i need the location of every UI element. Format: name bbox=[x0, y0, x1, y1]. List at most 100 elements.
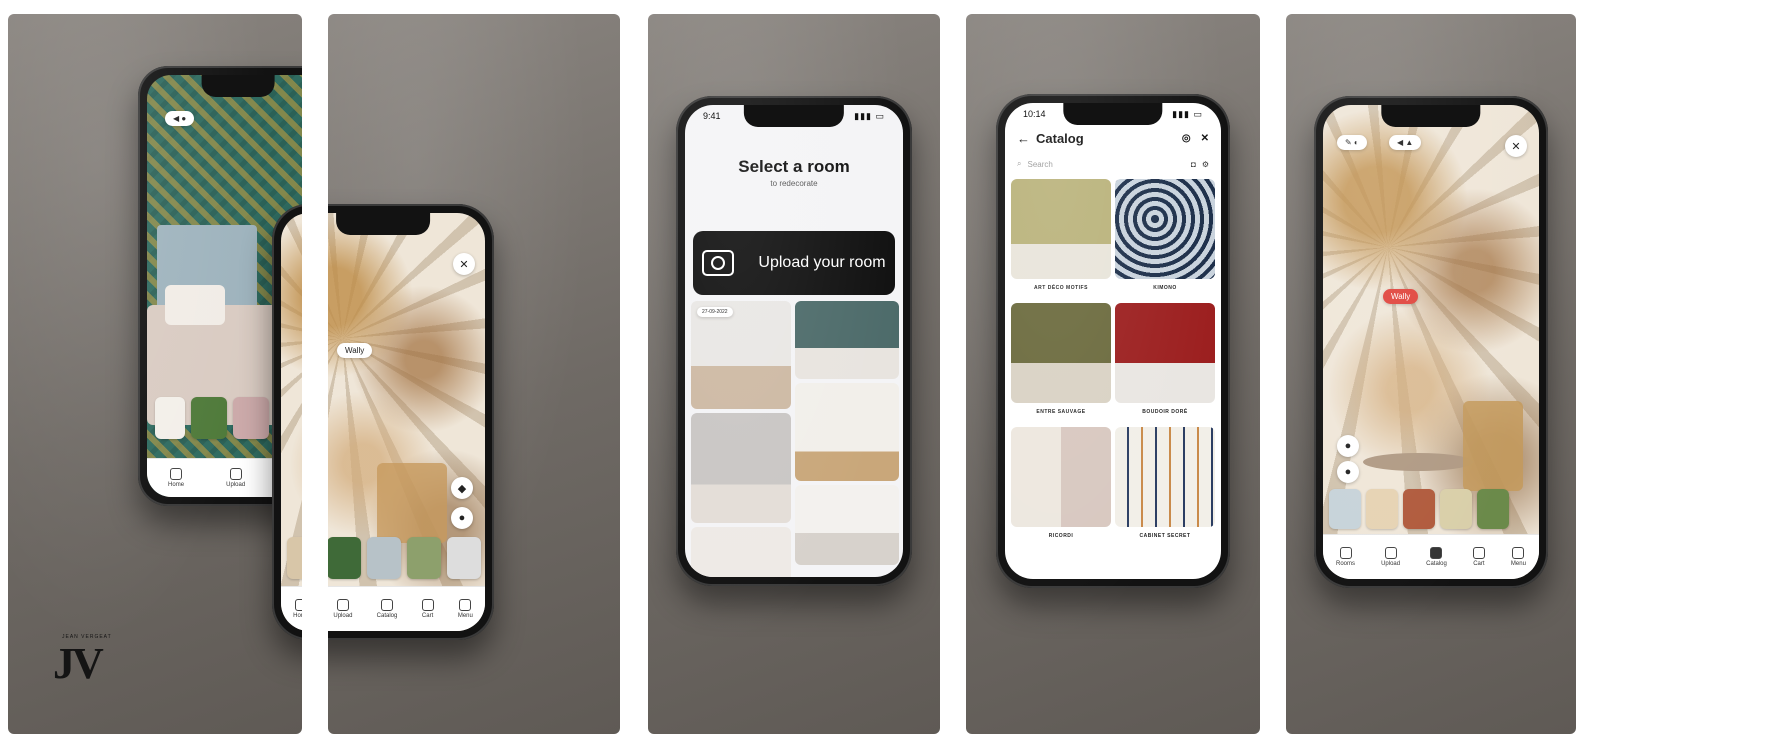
wallpaper-label-pill[interactable]: Wally bbox=[337, 343, 373, 358]
room-card[interactable] bbox=[691, 527, 791, 577]
thumbnail[interactable] bbox=[407, 537, 441, 579]
search-bar[interactable]: ⌕ Search ◘ ⚙ bbox=[1017, 155, 1209, 173]
phone: 10:14 ▮▮▮ ▭ ← Catalog ◎ ✕ ⌕ Search ◘ ⚙ AR… bbox=[996, 94, 1230, 588]
tab-label: Cart bbox=[1473, 561, 1485, 567]
thumbnail[interactable] bbox=[367, 537, 401, 579]
tab-catalog[interactable]: Catalog bbox=[1426, 547, 1447, 567]
catalog-item[interactable] bbox=[1011, 303, 1111, 403]
camera-icon bbox=[702, 250, 735, 276]
catalog-item-label: KIMONO bbox=[1153, 285, 1177, 291]
close-icon[interactable]: ✕ bbox=[453, 253, 475, 275]
home-icon bbox=[170, 468, 183, 480]
catalog-item[interactable] bbox=[1115, 303, 1215, 403]
close-icon[interactable]: ✕ bbox=[1201, 133, 1209, 144]
tab-label: Menu bbox=[457, 613, 473, 619]
clock: 9:41 bbox=[703, 111, 721, 121]
search-icon: ⌕ bbox=[1017, 159, 1022, 168]
room-card[interactable] bbox=[795, 485, 899, 565]
camera-icon[interactable]: ◘ bbox=[1191, 160, 1196, 169]
toolbar-pill[interactable]: ◀ ● bbox=[165, 111, 195, 126]
thumbnail[interactable] bbox=[191, 397, 227, 439]
thumbnail[interactable] bbox=[1477, 489, 1509, 529]
signal-icon: ▮▮▮ ▭ bbox=[1172, 109, 1203, 119]
thumbnail[interactable] bbox=[155, 397, 185, 439]
tab-catalog[interactable]: Catalog bbox=[377, 599, 397, 619]
thumbnail[interactable] bbox=[447, 537, 481, 579]
notch bbox=[1381, 105, 1481, 127]
page-subtitle: to redecorate bbox=[770, 179, 818, 188]
tab-label: Menu bbox=[1510, 561, 1526, 567]
phone-screen: 10:14 ▮▮▮ ▭ ← Catalog ◎ ✕ ⌕ Search ◘ ⚙ AR… bbox=[1005, 103, 1221, 579]
tab-menu[interactable]: Menu bbox=[1511, 547, 1526, 567]
thumbnail[interactable] bbox=[1329, 489, 1361, 529]
thumbnail[interactable] bbox=[1366, 489, 1398, 529]
layers-icon[interactable]: ◆ bbox=[451, 477, 473, 499]
back-icon[interactable]: ← bbox=[1017, 131, 1030, 146]
toolbar-pill-left[interactable]: ✎ ◐ bbox=[1337, 135, 1367, 150]
screenshot-panel-3: 9:41 ▮▮▮ ▭ Select a room to redecorate Up… bbox=[648, 14, 940, 734]
room-card[interactable] bbox=[691, 413, 791, 523]
catalog-item[interactable] bbox=[1011, 179, 1111, 279]
page-title: Catalog bbox=[1036, 131, 1084, 146]
notch bbox=[201, 75, 275, 97]
settings-icon[interactable]: ⚙ bbox=[1202, 160, 1209, 169]
tab-upload[interactable]: Upload bbox=[226, 468, 245, 488]
tab-label: Home bbox=[168, 482, 185, 488]
catalog-item[interactable] bbox=[1115, 427, 1215, 527]
room-date-badge: 27-09-2022 bbox=[697, 307, 733, 317]
screenshot-panel-1: ◀ ● ✎ Home Upload Catalog JEAN VERGEAT J… bbox=[8, 14, 302, 734]
wallpaper-label-pill[interactable]: Wally bbox=[1383, 289, 1419, 304]
thumbnail[interactable] bbox=[1403, 489, 1435, 529]
tab-upload[interactable]: Upload bbox=[1381, 547, 1400, 567]
tab-label: Upload bbox=[333, 613, 353, 619]
tab-label: Upload bbox=[1381, 561, 1401, 567]
catalog-item-label: CABINET SECRET bbox=[1139, 533, 1191, 539]
close-icon[interactable]: ✕ bbox=[1505, 135, 1527, 157]
tab-home[interactable]: Home bbox=[168, 468, 184, 488]
upload-label: Upload your room bbox=[758, 254, 886, 271]
chair bbox=[377, 463, 447, 543]
dot-button-2[interactable]: ● bbox=[1337, 461, 1359, 483]
screenshot-panel-5: ✎ ◐ ◀ ▲ ✕ Wally ● ● Rooms Upload Catalog… bbox=[1286, 14, 1576, 734]
room-card[interactable] bbox=[795, 301, 899, 379]
catalog-header: ← Catalog ◎ ✕ bbox=[1017, 131, 1209, 146]
thumbnail[interactable] bbox=[1440, 489, 1472, 529]
table bbox=[1363, 453, 1473, 471]
search-input[interactable]: Search bbox=[1027, 160, 1185, 169]
eye-icon[interactable]: ● bbox=[451, 507, 473, 529]
tab-menu[interactable]: Menu bbox=[458, 599, 473, 619]
tab-label: Rooms bbox=[1336, 561, 1356, 567]
clock: 10:14 bbox=[1023, 109, 1046, 119]
catalog-item[interactable] bbox=[1011, 427, 1111, 527]
catalog-item-label: BOUDOIR DORÉ bbox=[1142, 409, 1188, 415]
notch bbox=[336, 213, 430, 235]
thumbnail[interactable] bbox=[327, 537, 361, 579]
tab-label: Cart bbox=[421, 613, 434, 619]
tab-cart[interactable]: Cart bbox=[1472, 547, 1485, 567]
room-card[interactable]: 27-09-2022 bbox=[691, 301, 791, 409]
phone: 9:41 ▮▮▮ ▭ Select a room to redecorate Up… bbox=[676, 96, 912, 586]
tab-rooms[interactable]: Rooms bbox=[1336, 547, 1355, 567]
tab-cart[interactable]: Cart bbox=[421, 599, 434, 619]
upload-icon bbox=[336, 599, 349, 611]
thumbnail[interactable] bbox=[233, 397, 269, 439]
chair bbox=[1463, 401, 1523, 491]
catalog-icon bbox=[1430, 547, 1443, 559]
toolbar-pill-right[interactable]: ◀ ▲ bbox=[1389, 135, 1422, 150]
catalog-item-label: ART DÉCO MOTIFS bbox=[1034, 285, 1088, 291]
menu-icon bbox=[1512, 547, 1525, 559]
upload-room-button[interactable]: Upload your room bbox=[693, 231, 895, 295]
room-card[interactable] bbox=[795, 383, 899, 481]
tab-bar: Rooms Upload Catalog Cart Menu bbox=[1323, 534, 1539, 579]
upload-icon bbox=[1384, 547, 1397, 559]
tab-upload[interactable]: Upload bbox=[333, 599, 352, 619]
page-title: Select a room bbox=[738, 157, 850, 176]
bed bbox=[147, 305, 287, 425]
cart-icon bbox=[421, 599, 434, 611]
catalog-item[interactable] bbox=[1115, 179, 1215, 279]
filter-icon[interactable]: ◎ bbox=[1182, 133, 1191, 144]
tab-label: Upload bbox=[226, 482, 246, 488]
dot-button[interactable]: ● bbox=[1337, 435, 1359, 457]
catalog-icon bbox=[381, 599, 393, 611]
headboard bbox=[157, 225, 257, 315]
